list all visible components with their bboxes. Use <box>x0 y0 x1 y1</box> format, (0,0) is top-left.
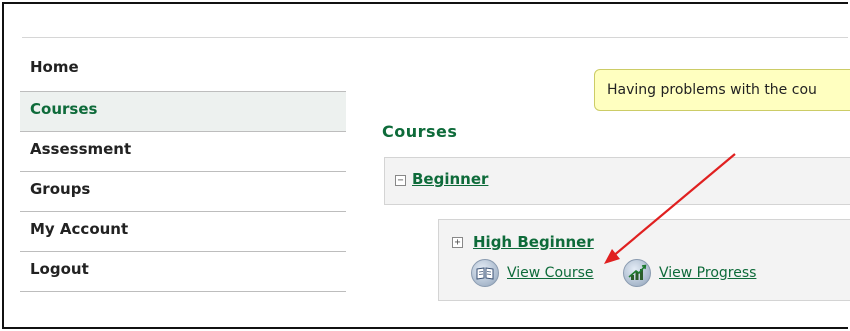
book-icon[interactable] <box>471 259 499 287</box>
page-title: Courses <box>382 122 458 141</box>
course-link-beginner[interactable]: Beginner <box>412 170 488 188</box>
collapse-toggle-icon[interactable]: − <box>395 175 406 186</box>
sidebar-item-home[interactable]: Home <box>20 52 346 92</box>
sidebar-item-assessment[interactable]: Assessment <box>20 132 346 172</box>
course-group-high-beginner: + High Beginner View Course View Progres… <box>438 219 850 301</box>
course-link-high-beginner[interactable]: High Beginner <box>473 233 594 251</box>
header-divider <box>22 37 848 38</box>
sidebar-item-courses[interactable]: Courses <box>20 92 346 132</box>
sidebar-nav: Home Courses Assessment Groups My Accoun… <box>20 52 346 292</box>
sidebar-item-logout[interactable]: Logout <box>20 252 346 292</box>
help-notice-banner: Having problems with the cou <box>594 69 850 111</box>
sidebar-item-my-account[interactable]: My Account <box>20 212 346 252</box>
expand-toggle-icon[interactable]: + <box>452 237 463 248</box>
sidebar-item-groups[interactable]: Groups <box>20 172 346 212</box>
progress-chart-icon[interactable] <box>623 259 651 287</box>
course-group-beginner: − Beginner <box>384 157 850 205</box>
view-course-link[interactable]: View Course <box>507 265 594 281</box>
view-progress-link[interactable]: View Progress <box>659 265 756 281</box>
